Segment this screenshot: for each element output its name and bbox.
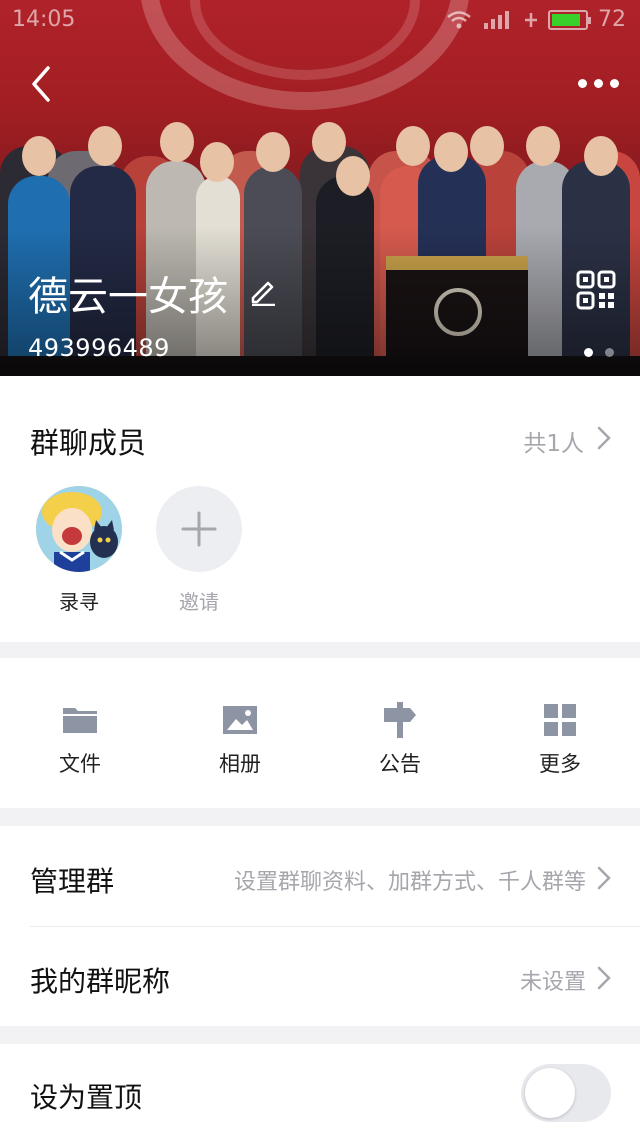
edit-name-button[interactable] [248,276,278,307]
pencil-icon [251,281,275,307]
grid-icon [544,704,576,736]
member-avatar[interactable] [36,486,122,572]
status-icons: 72 [446,7,626,32]
status-time: 14:05 [12,7,76,32]
back-button[interactable] [24,62,60,106]
cartoon-avatar-image [36,486,122,572]
chevron-right-icon[interactable] [597,866,611,890]
wifi-icon [447,10,471,28]
member-name: 录寻 [59,590,99,614]
more-dot-icon [578,78,587,88]
members-count-link[interactable]: 共1人 [523,424,584,458]
carousel-indicator [584,348,614,357]
invite-button[interactable] [156,486,242,572]
plus-icon [181,511,217,547]
more-options-button[interactable] [578,68,628,98]
battery-level: 72 [598,7,626,32]
carousel-dot [605,348,614,357]
divider [30,926,640,927]
chevron-left-icon [32,66,50,102]
carousel-dot-active [584,348,593,357]
chevron-right-icon[interactable] [597,426,611,450]
photo-icon [223,706,257,734]
pin-to-top-label: 设为置顶 [30,1081,143,1114]
qr-code-button[interactable] [576,270,616,310]
more-dot-icon [594,78,603,88]
more-dot-icon [610,78,619,88]
group-id: 493996489 [28,334,170,362]
signal-icon [484,10,509,29]
charging-icon [525,12,537,27]
signpost-icon [384,702,416,738]
qr-code-icon [576,270,616,310]
invite-label: 邀请 [179,590,219,614]
my-nickname-value[interactable]: 未设置 [520,964,586,996]
group-name[interactable]: 德云一女孩 [28,264,228,322]
members-title: 群聊成员 [30,426,147,460]
chevron-right-icon[interactable] [597,966,611,990]
battery-icon [548,9,591,30]
manage-group-row[interactable]: 管理群 [30,860,114,900]
tool-more-label: 更多 [539,752,581,776]
my-nickname-row[interactable]: 我的群昵称 [30,960,170,1000]
tool-album-label: 相册 [219,752,261,776]
status-bar: 14:05 72 [0,0,640,40]
folder-icon [63,708,97,733]
manage-group-value[interactable]: 设置群聊资料、加群方式、千人群等 [234,864,586,896]
toggle-knob[interactable] [525,1068,575,1118]
tool-announcement-label: 公告 [379,752,421,776]
tool-files-label: 文件 [59,752,101,776]
